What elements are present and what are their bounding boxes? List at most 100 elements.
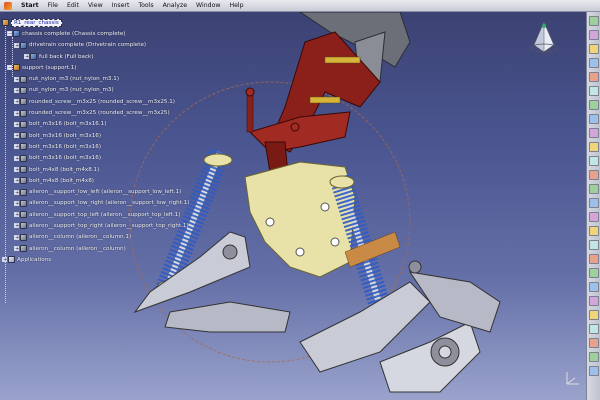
expand-toggle-icon[interactable]: + [14,200,19,206]
tree-node-part[interactable]: + nut_nylon_m3 (nut_nylon_m3.1) [2,73,167,84]
part-icon [20,143,27,151]
part-icon [20,154,27,162]
tree-root-node[interactable]: R1_rear_chassis [2,17,167,28]
tool-button-icon[interactable] [588,44,599,54]
tree-node-part[interactable]: + bolt_m4x8 (bolt_m4x8) [2,175,167,186]
tool-button-icon[interactable] [588,156,599,166]
expand-toggle-icon[interactable]: + [14,178,19,184]
specification-tree: R1_rear_chassis − chassis complete (Chas… [2,17,189,303]
tool-button-icon[interactable] [588,240,599,250]
tree-node-part[interactable]: + bolt_m3x16 (bolt_m3x16) [2,153,167,164]
tree-node-part[interactable]: + bolt_m3x16 (bolt_m3x16) [2,141,167,152]
menu-view[interactable]: View [88,2,103,9]
menu-tools[interactable]: Tools [138,2,153,9]
menu-window[interactable]: Window [196,2,220,9]
tree-node-part[interactable]: + aileron__support_low_right (aileron__su… [2,198,189,209]
tree-node-part[interactable]: + rounded_screw__m3x25 (rounded_screw__m3… [2,96,175,107]
tool-button-icon[interactable] [588,100,599,110]
tree-node-part[interactable]: + aileron__support_top_right (aileron__su… [2,220,189,231]
expand-toggle-icon[interactable]: + [14,42,19,48]
product-icon [13,64,20,72]
expand-toggle-icon[interactable]: + [24,54,29,60]
part-icon [20,75,27,83]
expand-toggle-icon[interactable]: + [14,144,19,150]
tree-node-part[interactable]: + aileron__column (aileron__column) [2,243,167,254]
menu-analyze[interactable]: Analyze [163,2,187,9]
product-icon [30,53,37,61]
expand-toggle-icon[interactable]: + [14,155,19,161]
menu-edit[interactable]: Edit [67,2,79,9]
tree-node-part[interactable]: + rounded_screw__m3x25 (rounded_screw__m3… [2,107,170,118]
tree-node-support[interactable]: − support (support.1) [2,62,167,73]
workbench-icon[interactable] [588,16,599,26]
part-icon [20,98,27,106]
expand-toggle-icon[interactable]: − [7,65,12,71]
tool-button-icon[interactable] [588,268,599,278]
menu-help[interactable]: Help [229,2,243,9]
tree-node-part[interactable]: + aileron__support_top_left (aileron__sup… [2,209,181,220]
expand-toggle-icon[interactable]: + [2,257,7,263]
tool-button-icon[interactable] [588,254,599,264]
tool-button-icon[interactable] [588,310,599,320]
tree-node-part[interactable]: + bolt_m3x16 (bolt_m3x16.1) [2,119,167,130]
compass-icon[interactable] [529,20,559,60]
expand-toggle-icon[interactable]: + [14,189,19,195]
tool-button-icon[interactable] [588,282,599,292]
part-icon [20,120,27,128]
tool-button-icon[interactable] [588,226,599,236]
expand-toggle-icon[interactable]: + [14,87,19,93]
tool-button-icon[interactable] [588,170,599,180]
part-icon [20,245,27,253]
tool-button-icon[interactable] [588,30,599,40]
tool-button-icon[interactable] [588,128,599,138]
tree-node-drivetrain[interactable]: + drivetrain complete (Drivetrain comple… [2,40,167,51]
tool-button-icon[interactable] [588,324,599,334]
tool-button-icon[interactable] [588,72,599,82]
expand-toggle-icon[interactable]: + [14,99,19,105]
menu-insert[interactable]: Insert [112,2,130,9]
product-icon [2,19,9,27]
expand-toggle-icon[interactable]: + [14,110,19,116]
part-icon [20,199,27,207]
part-icon [20,177,27,185]
expand-toggle-icon[interactable]: + [14,167,19,173]
tool-button-icon[interactable] [588,366,599,376]
tool-button-icon[interactable] [588,184,599,194]
expand-toggle-icon[interactable]: + [14,133,19,139]
menu-start[interactable]: Start [21,2,39,9]
expand-toggle-icon[interactable]: + [14,223,19,229]
product-icon [20,41,27,49]
tree-node-part[interactable]: + bolt_m3x16 (bolt_m3x16) [2,130,167,141]
tool-button-icon[interactable] [588,212,599,222]
expand-toggle-icon[interactable]: − [7,31,12,37]
tree-node-chassis[interactable]: − chassis complete (Chassis complete) [2,28,167,39]
part-icon [20,211,27,219]
tree-node-part[interactable]: + aileron__column (aileron__column.1) [2,232,167,243]
tool-button-icon[interactable] [588,338,599,348]
tool-button-icon[interactable] [588,114,599,124]
part-icon [20,188,27,196]
menu-file[interactable]: File [48,2,58,9]
part-icon [20,109,27,117]
catia-logo-icon [4,1,12,10]
expand-toggle-icon[interactable]: + [14,246,19,252]
tool-button-icon[interactable] [588,352,599,362]
expand-toggle-icon[interactable]: + [14,76,19,82]
tree-node-applications[interactable]: + Applications [2,254,167,265]
tool-button-icon[interactable] [588,142,599,152]
expand-toggle-icon[interactable]: + [14,212,19,218]
applications-icon [8,256,15,264]
tree-node-fullback[interactable]: + full back (Full back) [2,51,167,62]
tree-node-part[interactable]: + nut_nylon_m3 (nut_nylon_m3) [2,85,167,96]
tool-button-icon[interactable] [588,86,599,96]
tree-node-part[interactable]: + aileron__support_low_left (aileron__sup… [2,186,181,197]
workbench-toolbar [586,12,600,400]
expand-toggle-icon[interactable]: + [14,121,19,127]
tool-button-icon[interactable] [588,58,599,68]
tree-node-part[interactable]: + bolt_m4x8 (bolt_m4x8.1) [2,164,167,175]
tool-button-icon[interactable] [588,198,599,208]
tool-button-icon[interactable] [588,296,599,306]
product-icon [13,30,20,38]
expand-toggle-icon[interactable]: + [14,234,19,240]
part-icon [20,222,27,230]
